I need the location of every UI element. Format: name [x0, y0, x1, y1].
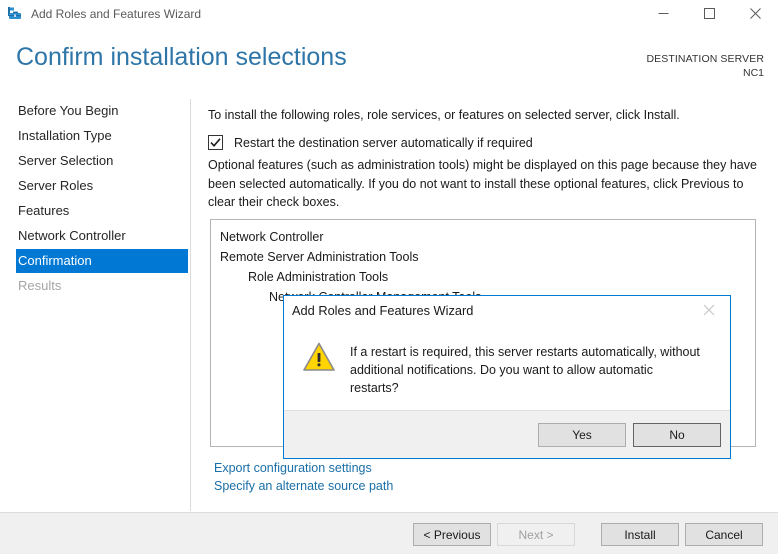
restart-confirmation-dialog: Add Roles and Features Wizard If a resta… — [283, 295, 731, 459]
destination-server-value: NC1 — [742, 67, 764, 79]
dialog-footer: Yes No — [284, 410, 730, 458]
page-title: Confirm installation selections — [16, 43, 347, 71]
restart-checkbox-label: Restart the destination server automatic… — [234, 135, 533, 150]
sidebar-item-results: Results — [18, 278, 62, 293]
dialog-yes-button[interactable]: Yes — [538, 423, 626, 447]
previous-button[interactable]: < Previous — [413, 523, 491, 546]
dialog-close-icon[interactable] — [689, 297, 729, 323]
footer-links: Export configuration settings Specify an… — [214, 459, 393, 495]
dialog-title: Add Roles and Features Wizard — [292, 303, 474, 318]
restart-checkbox[interactable] — [208, 135, 223, 150]
destination-server-label: DESTINATION SERVER — [646, 53, 764, 65]
sidebar-item-installation-type[interactable]: Installation Type — [0, 124, 190, 148]
intro-text: To install the following roles, role ser… — [208, 108, 680, 122]
maximize-icon[interactable] — [686, 0, 732, 27]
sidebar-item-features[interactable]: Features — [0, 199, 190, 223]
dialog-no-button[interactable]: No — [633, 423, 721, 447]
wizard-navigation: Before You Begin Installation Type Serve… — [0, 99, 190, 511]
wizard-toolbox-icon — [7, 6, 23, 22]
sidebar-item-server-roles[interactable]: Server Roles — [0, 174, 190, 198]
dialog-body: If a restart is required, this server re… — [284, 328, 730, 410]
window-controls — [640, 0, 778, 27]
install-button[interactable]: Install — [601, 523, 679, 546]
sidebar-item-server-selection[interactable]: Server Selection — [0, 149, 190, 173]
next-button: Next > — [497, 523, 575, 546]
warning-triangle-icon — [303, 342, 335, 410]
list-item: Network Controller — [220, 230, 324, 244]
optional-features-note: Optional features (such as administratio… — [208, 158, 757, 209]
specify-alternate-source-path-link[interactable]: Specify an alternate source path — [214, 477, 393, 495]
destination-server-block: DESTINATION SERVER NC1 — [646, 52, 764, 80]
sidebar-item-confirmation[interactable]: Confirmation — [16, 249, 188, 273]
sidebar-item-network-controller[interactable]: Network Controller — [0, 224, 190, 248]
list-item: Role Administration Tools — [248, 270, 389, 284]
dialog-message: If a restart is required, this server re… — [350, 345, 700, 395]
page-header: Confirm installation selections DESTINAT… — [0, 27, 778, 95]
window-title: Add Roles and Features Wizard — [31, 6, 202, 21]
export-configuration-settings-link[interactable]: Export configuration settings — [214, 459, 393, 477]
cancel-button[interactable]: Cancel — [685, 523, 763, 546]
minimize-icon[interactable] — [640, 0, 686, 27]
listbox-top-pad — [211, 220, 755, 227]
sidebar-item-before-you-begin[interactable]: Before You Begin — [0, 99, 190, 123]
close-icon[interactable] — [732, 0, 778, 27]
list-item: Remote Server Administration Tools — [220, 250, 419, 264]
window-titlebar: Add Roles and Features Wizard — [0, 0, 778, 28]
restart-checkbox-row[interactable]: Restart the destination server automatic… — [208, 135, 533, 150]
checkmark-icon — [210, 138, 221, 148]
